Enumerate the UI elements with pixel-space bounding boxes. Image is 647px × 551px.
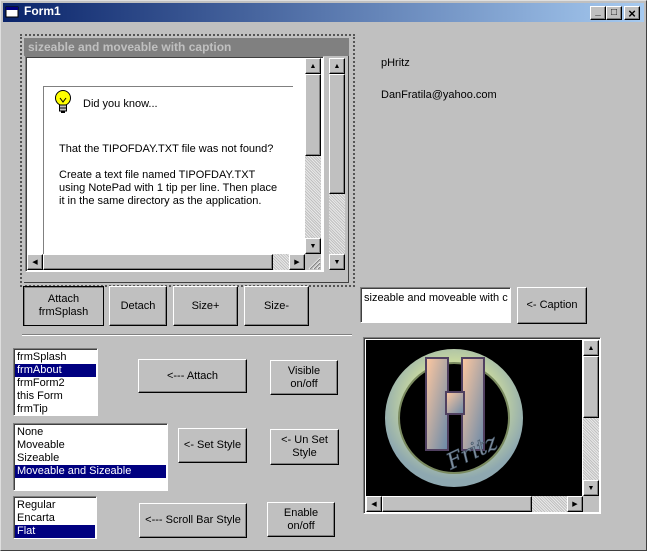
embedded-form-vertical-scrollbar[interactable]: ▲ ▼ xyxy=(329,58,345,270)
embedded-form-caption: sizeable and moveable with caption xyxy=(28,40,232,54)
author-email-label: DanFratila@yahoo.com xyxy=(381,89,497,101)
scroll-up-icon[interactable]: ▲ xyxy=(305,58,321,74)
scroll-thumb[interactable] xyxy=(305,74,321,156)
tip-text: That the TIPOFDAY.TXT file was not found… xyxy=(59,143,289,223)
scroll-up-icon[interactable]: ▲ xyxy=(583,340,599,356)
detach-button[interactable]: Detach xyxy=(109,286,167,326)
list-item[interactable]: Moveable and Sizeable xyxy=(15,465,166,478)
caption-input[interactable]: sizeable and moveable with c xyxy=(360,287,511,323)
embedded-form-caption-bar[interactable]: sizeable and moveable with caption xyxy=(24,38,349,56)
scrollbar-corner xyxy=(583,496,599,512)
list-item[interactable]: Encarta xyxy=(15,512,95,525)
tip-horizontal-scrollbar[interactable]: ◀ ▶ xyxy=(27,254,305,270)
tip-line-1: That the TIPOFDAY.TXT file was not found… xyxy=(59,143,274,155)
minimize-icon: _ xyxy=(595,5,601,17)
scroll-right-icon[interactable]: ▶ xyxy=(289,254,305,270)
author-name-label: pHritz xyxy=(381,57,410,69)
maximize-icon: □ xyxy=(610,7,618,18)
list-item[interactable]: None xyxy=(15,426,166,439)
style-listbox[interactable]: None Moveable Sizeable Moveable and Size… xyxy=(13,423,168,491)
scroll-thumb[interactable] xyxy=(382,496,532,512)
attach-button[interactable]: <--- Attach xyxy=(138,359,247,393)
size-minus-button[interactable]: Size- xyxy=(244,286,309,326)
visible-toggle-button[interactable]: Visible on/off xyxy=(270,360,338,395)
tip-vertical-scrollbar[interactable]: ▲ ▼ xyxy=(305,58,321,254)
scroll-right-icon[interactable]: ▶ xyxy=(567,496,583,512)
scroll-thumb[interactable] xyxy=(329,74,345,194)
list-item[interactable]: Flat xyxy=(15,525,95,538)
scroll-left-icon[interactable]: ◀ xyxy=(27,254,43,270)
tip-line-3: using NotePad with 1 tip per line. Then … xyxy=(59,182,278,194)
forms-listbox[interactable]: frmSplash frmAbout frmForm2 this Form fr… xyxy=(13,348,98,416)
window-title: Form1 xyxy=(24,4,61,18)
scroll-bar-style-button[interactable]: <--- Scroll Bar Style xyxy=(139,503,247,538)
maximize-button[interactable]: □ xyxy=(606,6,622,20)
list-item[interactable]: frmAbout xyxy=(15,364,96,377)
list-item[interactable]: Sizeable xyxy=(15,452,166,465)
size-plus-button[interactable]: Size+ xyxy=(173,286,238,326)
list-item[interactable]: frmForm2 xyxy=(15,377,96,390)
title-bar[interactable] xyxy=(3,3,644,22)
close-icon: × xyxy=(628,5,636,21)
close-button[interactable]: × xyxy=(624,6,640,20)
list-item[interactable]: Moveable xyxy=(15,439,166,452)
enable-toggle-button[interactable]: Enable on/off xyxy=(267,502,335,537)
separator-line xyxy=(22,334,352,336)
picture-vertical-scrollbar[interactable]: ▲ ▼ xyxy=(583,340,599,496)
size-grip-icon[interactable] xyxy=(305,254,321,270)
tip-line-2: Create a text file named TIPOFDAY.TXT xyxy=(59,169,256,181)
list-item[interactable]: frmSplash xyxy=(15,351,96,364)
list-item[interactable]: frmTip xyxy=(15,403,96,415)
list-item[interactable]: this Form xyxy=(15,390,96,403)
scroll-down-icon[interactable]: ▼ xyxy=(329,254,345,270)
attach-splash-button[interactable]: Attach frmSplash xyxy=(23,286,104,326)
tip-heading: Did you know... xyxy=(83,98,158,110)
scroll-down-icon[interactable]: ▼ xyxy=(305,238,321,254)
minimize-button[interactable]: _ xyxy=(590,6,606,20)
scroll-down-icon[interactable]: ▼ xyxy=(583,480,599,496)
scroll-up-icon[interactable]: ▲ xyxy=(329,58,345,74)
set-style-button[interactable]: <- Set Style xyxy=(178,428,247,463)
set-caption-button[interactable]: <- Caption xyxy=(517,287,587,324)
logo-image: Fritz xyxy=(366,340,582,496)
tip-line-4: it in the same directory as the applicat… xyxy=(59,195,262,207)
lightbulb-icon xyxy=(53,89,73,115)
scrollbar-style-listbox[interactable]: Regular Encarta Flat xyxy=(13,496,97,539)
scroll-left-icon[interactable]: ◀ xyxy=(366,496,382,512)
scroll-thumb[interactable] xyxy=(583,356,599,418)
picture-horizontal-scrollbar[interactable]: ◀ ▶ xyxy=(366,496,583,512)
unset-style-button[interactable]: <- Un Set Style xyxy=(270,429,339,465)
scroll-thumb[interactable] xyxy=(43,254,273,270)
app-icon xyxy=(5,5,20,19)
list-item[interactable]: Regular xyxy=(15,499,95,512)
tip-panel: Did you know... That the TIPOFDAY.TXT fi… xyxy=(43,86,293,256)
